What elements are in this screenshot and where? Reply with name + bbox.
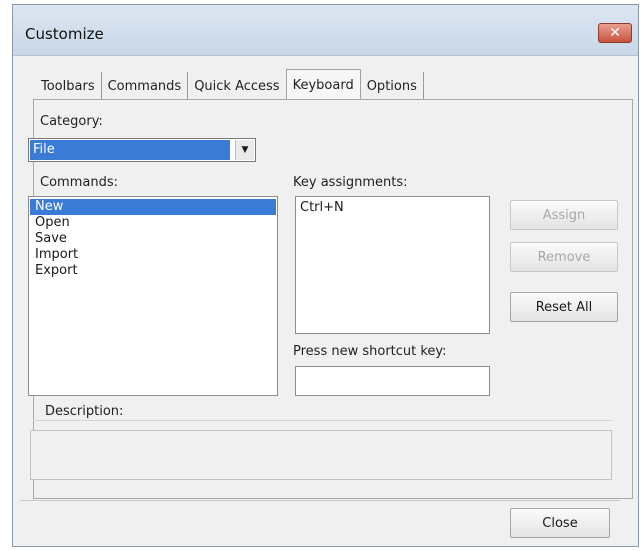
press-new-shortcut-label: Press new shortcut key: <box>293 344 447 359</box>
tab-options[interactable]: Options <box>361 72 424 100</box>
category-label: Category: <box>40 114 103 129</box>
description-box <box>30 430 612 480</box>
list-item-command[interactable]: Export <box>30 263 276 279</box>
tab-commands[interactable]: Commands <box>102 72 189 100</box>
tab-toolbars[interactable]: Toolbars <box>35 72 102 100</box>
footer-divider <box>20 500 620 501</box>
category-dropdown[interactable]: File ▼ <box>28 138 256 162</box>
assign-button[interactable]: Assign <box>510 200 618 230</box>
window-title: Customize <box>25 25 104 43</box>
tab-strip: Toolbars Commands Quick Access Keyboard … <box>35 68 424 101</box>
key-assignments-list[interactable]: Ctrl+N <box>295 196 490 334</box>
list-item-command[interactable]: Open <box>30 215 276 231</box>
key-assignments-label: Key assignments: <box>293 175 408 190</box>
window-close-button[interactable]: ✕ <box>598 23 632 43</box>
new-shortcut-input[interactable] <box>295 366 490 396</box>
list-item-command[interactable]: Save <box>30 231 276 247</box>
commands-list[interactable]: New Open Save Import Export <box>28 196 278 396</box>
list-item-key-assignment[interactable]: Ctrl+N <box>300 200 485 215</box>
list-item-command[interactable]: New <box>30 199 276 215</box>
dropdown-arrow-icon[interactable]: ▼ <box>235 140 254 160</box>
commands-label: Commands: <box>40 175 118 190</box>
description-label: Description: <box>45 404 124 419</box>
description-divider <box>33 420 613 421</box>
reset-all-button[interactable]: Reset All <box>510 292 618 322</box>
remove-button[interactable]: Remove <box>510 242 618 272</box>
tab-quick-access[interactable]: Quick Access <box>188 72 285 100</box>
close-icon: ✕ <box>609 25 621 41</box>
category-selected-value: File <box>30 140 230 160</box>
close-button[interactable]: Close <box>510 508 610 538</box>
list-item-command[interactable]: Import <box>30 247 276 263</box>
tab-keyboard[interactable]: Keyboard <box>285 69 361 101</box>
title-bar: Customize ✕ <box>13 5 638 56</box>
